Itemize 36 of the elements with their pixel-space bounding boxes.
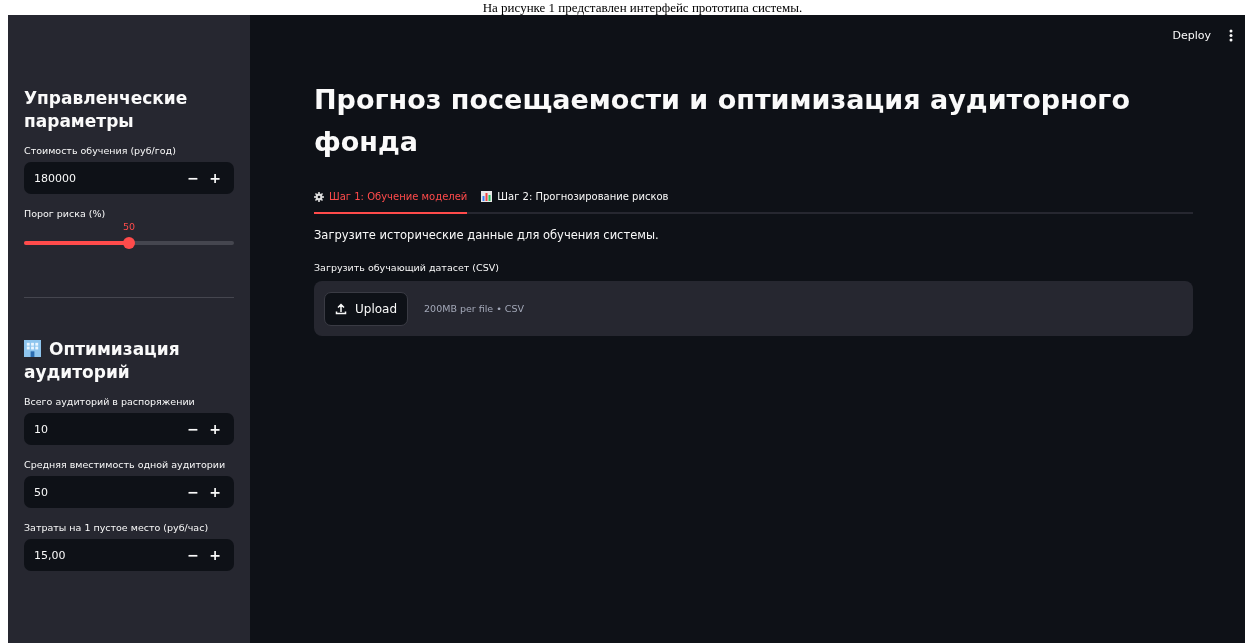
page-title: Прогноз посещаемости и оптимизация аудиторного фонда [314,83,1131,159]
plus-button[interactable]: + [204,170,226,186]
field-label: Средняя вместимость одной аудитории [24,459,227,470]
plus-button[interactable]: + [204,484,226,500]
section-title: Управленческие параметры [24,87,189,133]
slider-value: 50 [122,221,136,232]
field-label: Затраты на 1 пустое место (руб/час) [24,522,210,533]
uploader-label: Загрузить обучающий датасет (CSV) [314,262,500,273]
upload-hint: 200MB per file • CSV [424,303,524,314]
upload-icon [335,302,347,315]
minus-button[interactable]: − [182,484,204,500]
bar-chart-icon [481,191,493,202]
file-dropzone[interactable]: Upload 200MB per file • CSV [314,281,1193,336]
deploy-button[interactable]: Deploy [1168,24,1215,46]
plus-button[interactable]: + [204,421,226,437]
building-icon [24,340,41,357]
field-label: Порог риска (%) [24,208,107,219]
number-input[interactable]: 180000 − + [24,162,234,194]
section-title: Оптимизация аудиторий [24,338,181,384]
intro-text: Загрузите исторические данные для обучения системы. [314,228,660,242]
tab[interactable]: Шаг 2: Прогнозирование рисков [481,191,669,214]
minus-button[interactable]: − [182,421,204,437]
field-label: Всего аудиторий в распоряжении [24,396,196,407]
minus-button[interactable]: − [182,170,204,186]
menu-icon[interactable] [1229,28,1233,42]
tab[interactable]: Шаг 1: Обучение моделей [314,191,468,214]
upload-button[interactable]: Upload [324,291,409,326]
minus-button[interactable]: − [182,547,204,563]
slider-thumb[interactable] [123,237,135,249]
gear-icon [314,191,324,202]
number-input[interactable]: 50 − + [24,476,234,508]
document-caption: На рисунке 1 представлен интерфейс прототипа системы. [481,0,803,15]
number-input[interactable]: 15,00 − + [24,539,234,571]
plus-button[interactable]: + [204,547,226,563]
field-label: Стоимость обучения (руб/год) [24,145,177,156]
number-input[interactable]: 10 − + [24,413,234,445]
